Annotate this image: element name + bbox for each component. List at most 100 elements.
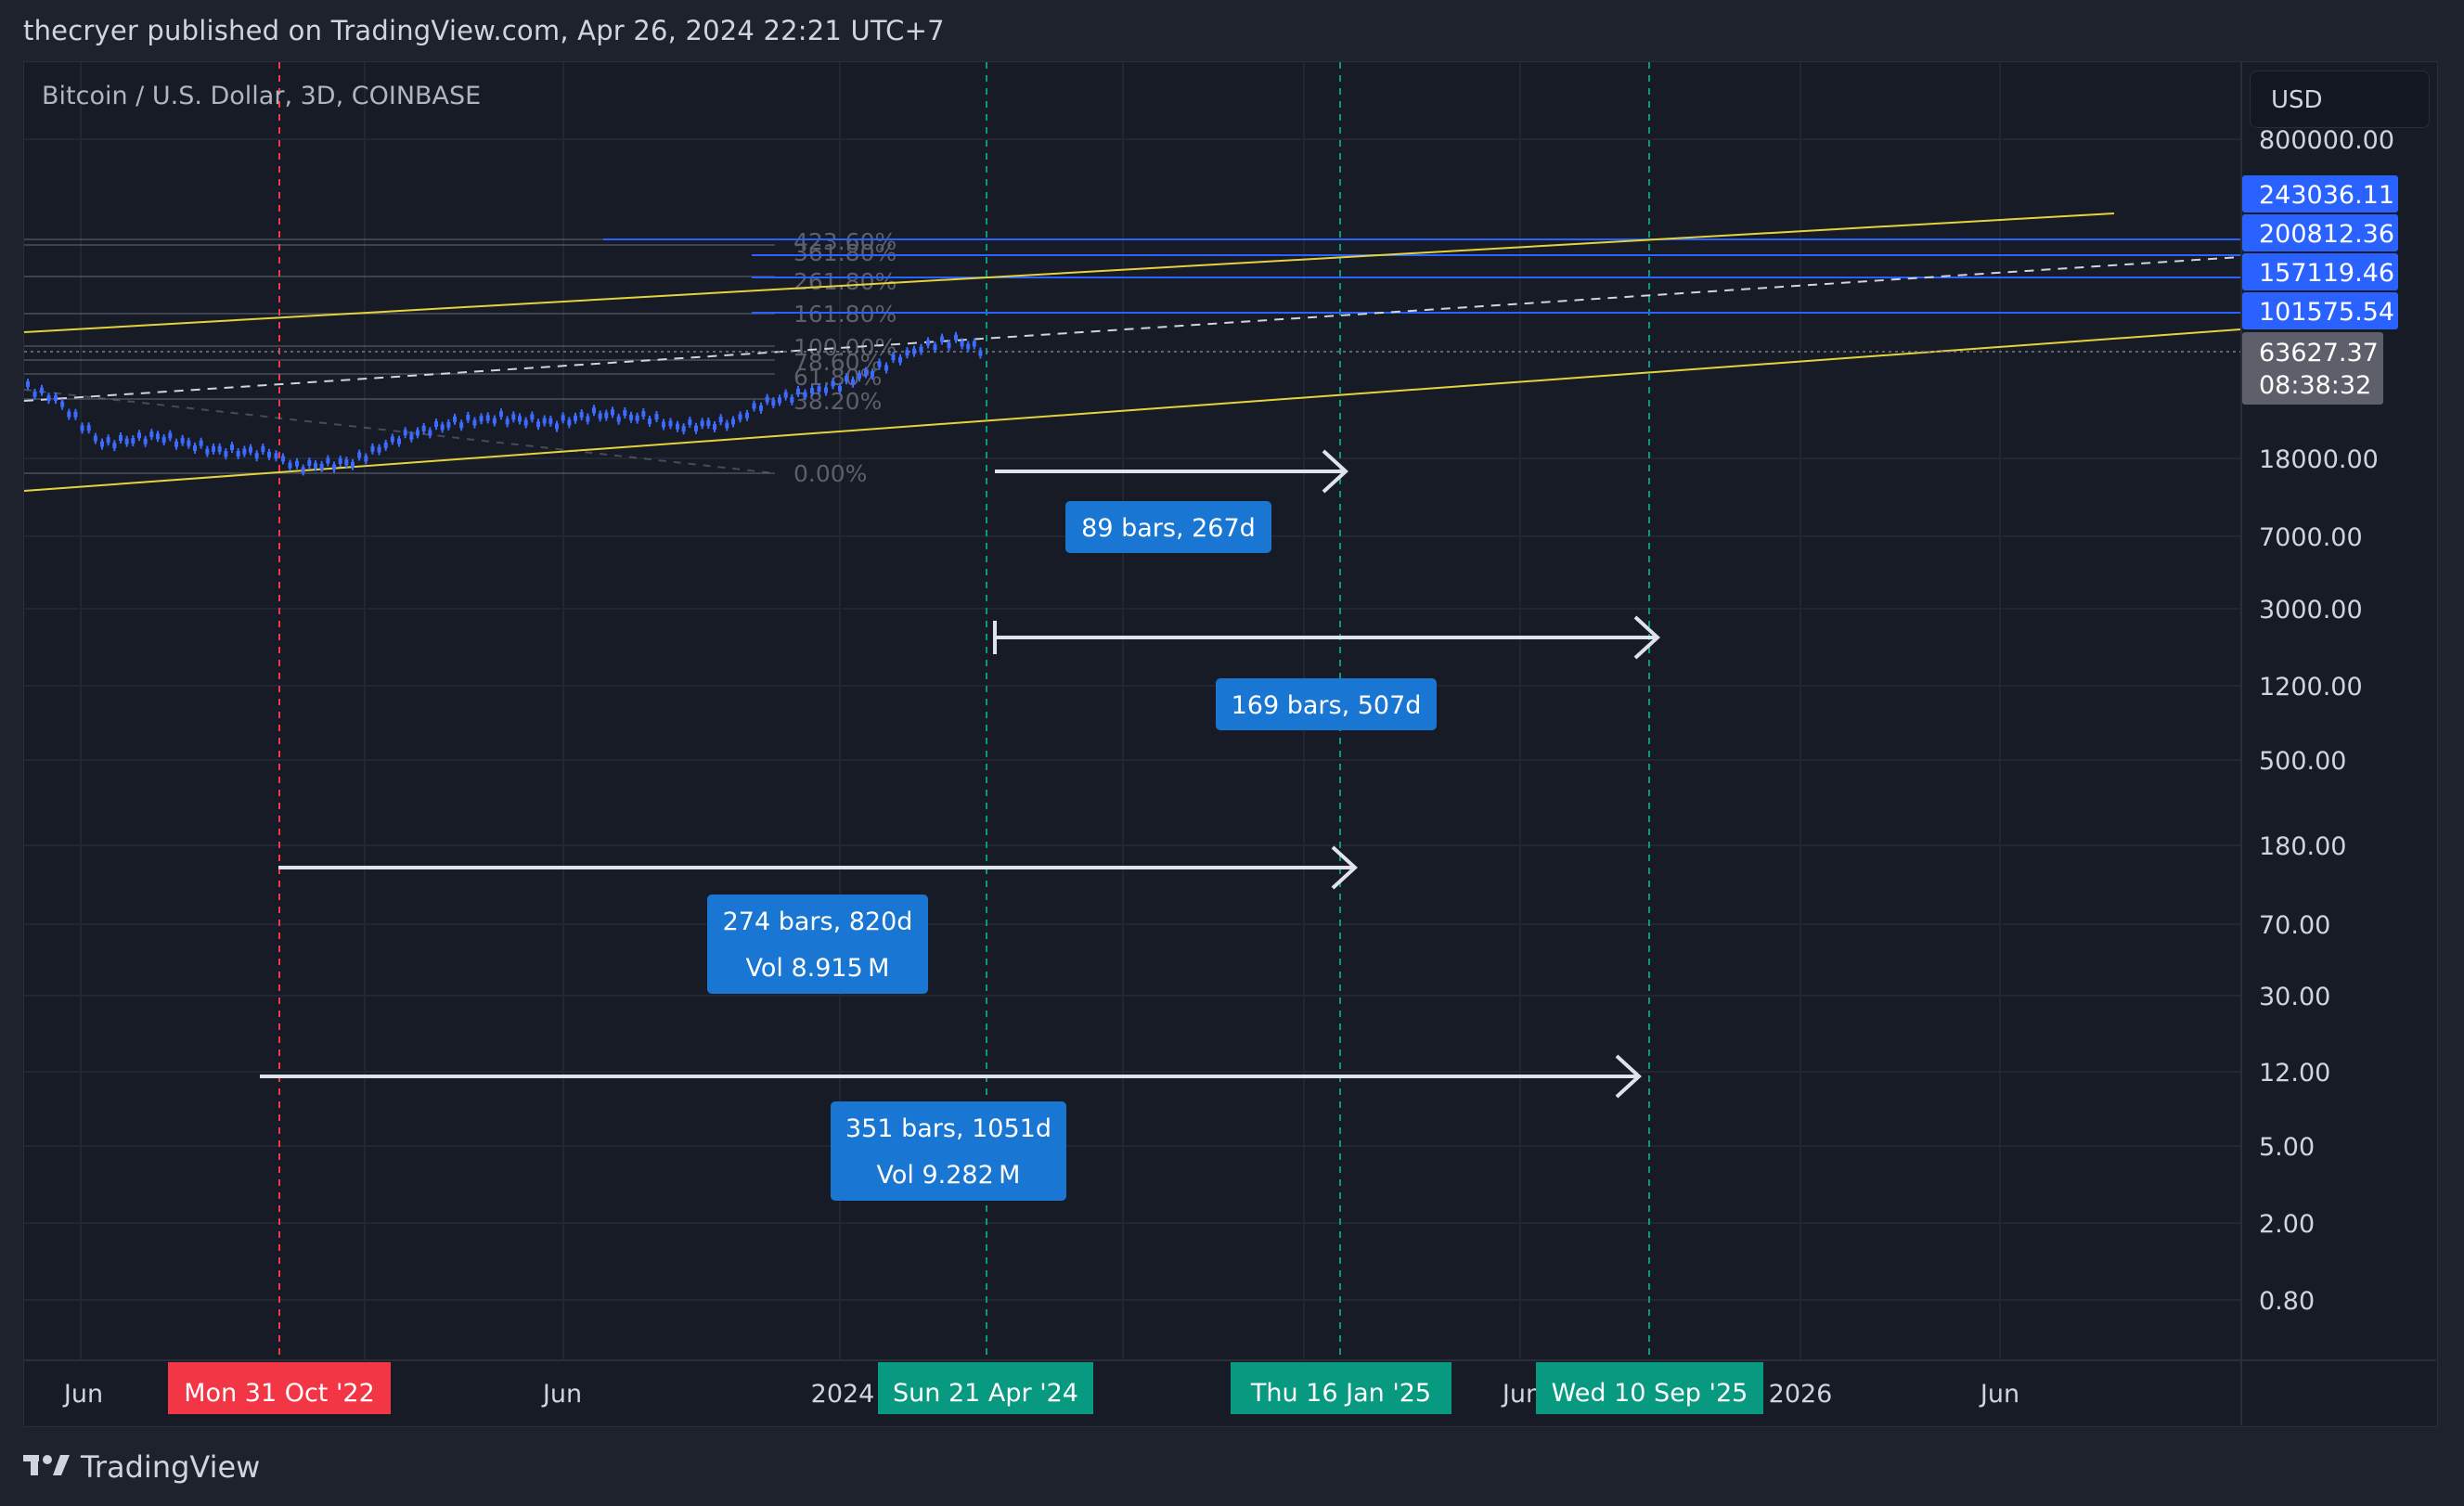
candle-body	[912, 348, 916, 354]
candle-body	[919, 346, 923, 353]
candle-body	[635, 415, 639, 421]
candle-body	[261, 445, 265, 452]
candle-body	[966, 343, 971, 350]
candle-body	[281, 456, 285, 462]
fib-level-label: 361.80%	[793, 239, 897, 266]
candle-body	[838, 385, 842, 392]
candle-body	[536, 421, 540, 428]
price-label-text: 200812.36	[2259, 220, 2394, 249]
candle-body	[824, 387, 828, 393]
fib-level-label: 0.00%	[793, 460, 867, 487]
candle-body	[778, 397, 781, 404]
candle-body	[611, 409, 614, 416]
candle-body	[548, 418, 553, 424]
candle-body	[530, 414, 535, 420]
x-axis-tick-label: Jun	[62, 1380, 103, 1409]
candle-body	[783, 392, 788, 398]
candle-body	[810, 388, 814, 394]
candle-body	[332, 464, 336, 470]
x-axis-tick-label: 2024	[811, 1380, 875, 1409]
candle-body	[954, 334, 958, 341]
candle-body	[725, 422, 729, 429]
candle-body	[641, 411, 646, 418]
candle-body	[623, 409, 627, 416]
candle-body	[745, 412, 749, 418]
candle-body	[453, 416, 457, 422]
candle-body	[864, 369, 868, 376]
candle-body	[978, 350, 983, 356]
candle-body	[319, 463, 324, 470]
candle-body	[542, 418, 547, 424]
candle-body	[738, 414, 742, 420]
candle-body	[137, 432, 141, 439]
candle-body	[119, 435, 123, 442]
candle-body	[972, 341, 976, 347]
candle-body	[446, 421, 451, 428]
candle-body	[326, 457, 330, 464]
candle-body	[383, 442, 388, 448]
candle-body	[168, 432, 173, 439]
y-axis-tick-label: 2.00	[2259, 1210, 2315, 1239]
tradingview-logo[interactable]: TradingView	[23, 1449, 260, 1485]
x-axis-tick-label: Jun	[541, 1380, 582, 1409]
candle-body	[440, 424, 445, 431]
date-marker-label: Thu 16 Jan '25	[1250, 1379, 1431, 1408]
candle-body	[351, 461, 355, 468]
candle-body	[212, 445, 215, 452]
candle-body	[230, 444, 234, 451]
x-axis-tick-label: Jun	[1979, 1380, 2019, 1409]
symbol-title: Bitcoin / U.S. Dollar, 3D, COINBASE	[42, 82, 482, 110]
candle-body	[598, 413, 602, 419]
candle-body	[479, 416, 484, 422]
candle-body	[390, 436, 394, 443]
candle-body	[416, 430, 419, 436]
y-axis-tick-label: 18000.00	[2259, 445, 2379, 474]
candle-body	[706, 420, 711, 427]
candle-body	[759, 405, 763, 411]
candle-body	[871, 371, 874, 378]
candle-body	[421, 425, 426, 431]
candle-body	[831, 380, 835, 387]
candle-body	[713, 423, 716, 430]
fib-trendline	[23, 389, 776, 474]
candle-body	[790, 396, 794, 403]
chart-canvas[interactable]: 423.60%361.80%261.80%161.80%100.00%78.60…	[0, 0, 2464, 1506]
candle-body	[131, 438, 135, 444]
candle-body	[377, 446, 381, 453]
candle-body	[143, 438, 148, 444]
candle-body	[224, 451, 228, 457]
candle-body	[472, 419, 477, 426]
candle-body	[561, 415, 565, 421]
candle-body	[344, 459, 349, 466]
candle-body	[307, 459, 312, 466]
candle-body	[616, 416, 621, 422]
candle-body	[694, 425, 698, 431]
candle-body	[688, 418, 692, 425]
candle-body	[459, 422, 464, 429]
candle-body	[193, 444, 197, 451]
candle-body	[604, 412, 609, 418]
candle-body	[947, 342, 951, 349]
candle-body	[960, 341, 964, 347]
y-axis-tick-label: 500.00	[2259, 747, 2346, 776]
candle-body	[242, 448, 247, 455]
y-axis-tick-label: 0.80	[2259, 1287, 2315, 1316]
x-axis-tick-label: 2026	[1769, 1380, 1833, 1409]
x-axis-tick-label: Jun	[1501, 1380, 1542, 1409]
candle-body	[817, 386, 821, 393]
currency-button[interactable]: USD	[2250, 71, 2430, 128]
candle-body	[40, 387, 44, 393]
candle-body	[124, 438, 129, 444]
candle-body	[156, 433, 160, 440]
candle-body	[274, 453, 278, 459]
candle-body	[149, 431, 154, 438]
candle-body	[161, 436, 166, 443]
candle-body	[877, 361, 882, 367]
fib-level-label: 161.80%	[793, 301, 897, 328]
candle-body	[249, 446, 252, 453]
candle-body	[466, 414, 471, 420]
date-marker-label: Sun 21 Apr '24	[893, 1379, 1078, 1408]
date-marker-label: Wed 10 Sep '25	[1552, 1379, 1748, 1408]
candle-body	[926, 340, 930, 346]
candle-body	[267, 451, 271, 457]
